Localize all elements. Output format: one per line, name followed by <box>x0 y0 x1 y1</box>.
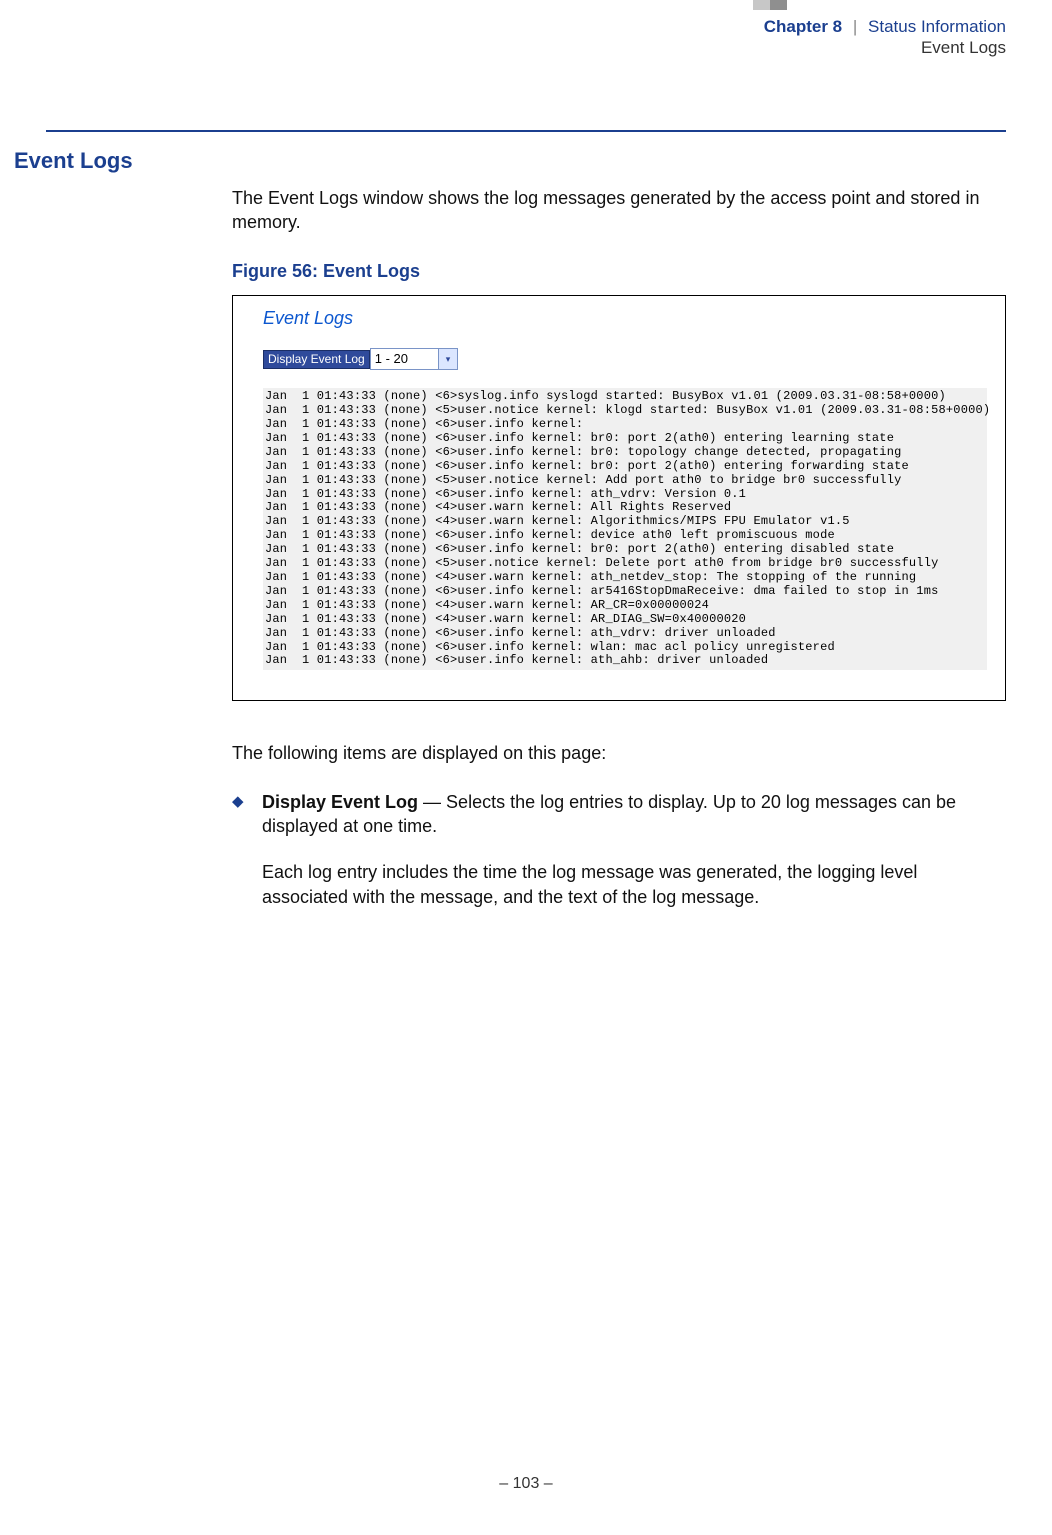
running-header-line1: Chapter 8 | Status Information <box>764 16 1006 37</box>
lead-in-paragraph: The following items are displayed on thi… <box>232 741 1006 765</box>
intro-paragraph: The Event Logs window shows the log mess… <box>232 186 1006 235</box>
header-rule <box>46 130 1006 132</box>
log-controls: Display Event Log 1 - 20 ▾ <box>263 348 999 370</box>
bullet-subtext: Each log entry includes the time the log… <box>262 860 1006 909</box>
page-footer: – 103 – <box>0 1473 1052 1495</box>
page: Chapter 8 | Status Information Event Log… <box>0 0 1052 1535</box>
figure-caption: Figure 56: Event Logs <box>232 259 1006 283</box>
chevron-down-icon: ▾ <box>438 349 457 369</box>
chapter-separator: | <box>853 17 857 36</box>
section-heading: Event Logs <box>14 146 133 176</box>
panel-title: Event Logs <box>263 306 999 330</box>
figure-panel: Event Logs Display Event Log 1 - 20 ▾ Ja… <box>232 295 1006 701</box>
log-range-select[interactable]: 1 - 20 ▾ <box>370 348 458 370</box>
running-header-section: Event Logs <box>764 37 1006 58</box>
chapter-title: Status Information <box>868 17 1006 36</box>
list-item: Display Event Log — Selects the log entr… <box>232 790 1006 909</box>
bullet-list: Display Event Log — Selects the log entr… <box>232 790 1006 909</box>
tab-light <box>753 0 770 10</box>
chapter-label: Chapter 8 <box>764 17 842 36</box>
display-event-log-button[interactable]: Display Event Log <box>263 350 370 369</box>
bullet-term: Display Event Log <box>262 792 418 812</box>
content-area: The Event Logs window shows the log mess… <box>232 186 1006 909</box>
header-tab-decoration <box>753 0 787 10</box>
tab-dark <box>770 0 787 10</box>
log-range-value: 1 - 20 <box>371 350 438 368</box>
running-header: Chapter 8 | Status Information Event Log… <box>764 16 1006 59</box>
log-output: Jan 1 01:43:33 (none) <6>syslog.info sys… <box>263 388 987 670</box>
